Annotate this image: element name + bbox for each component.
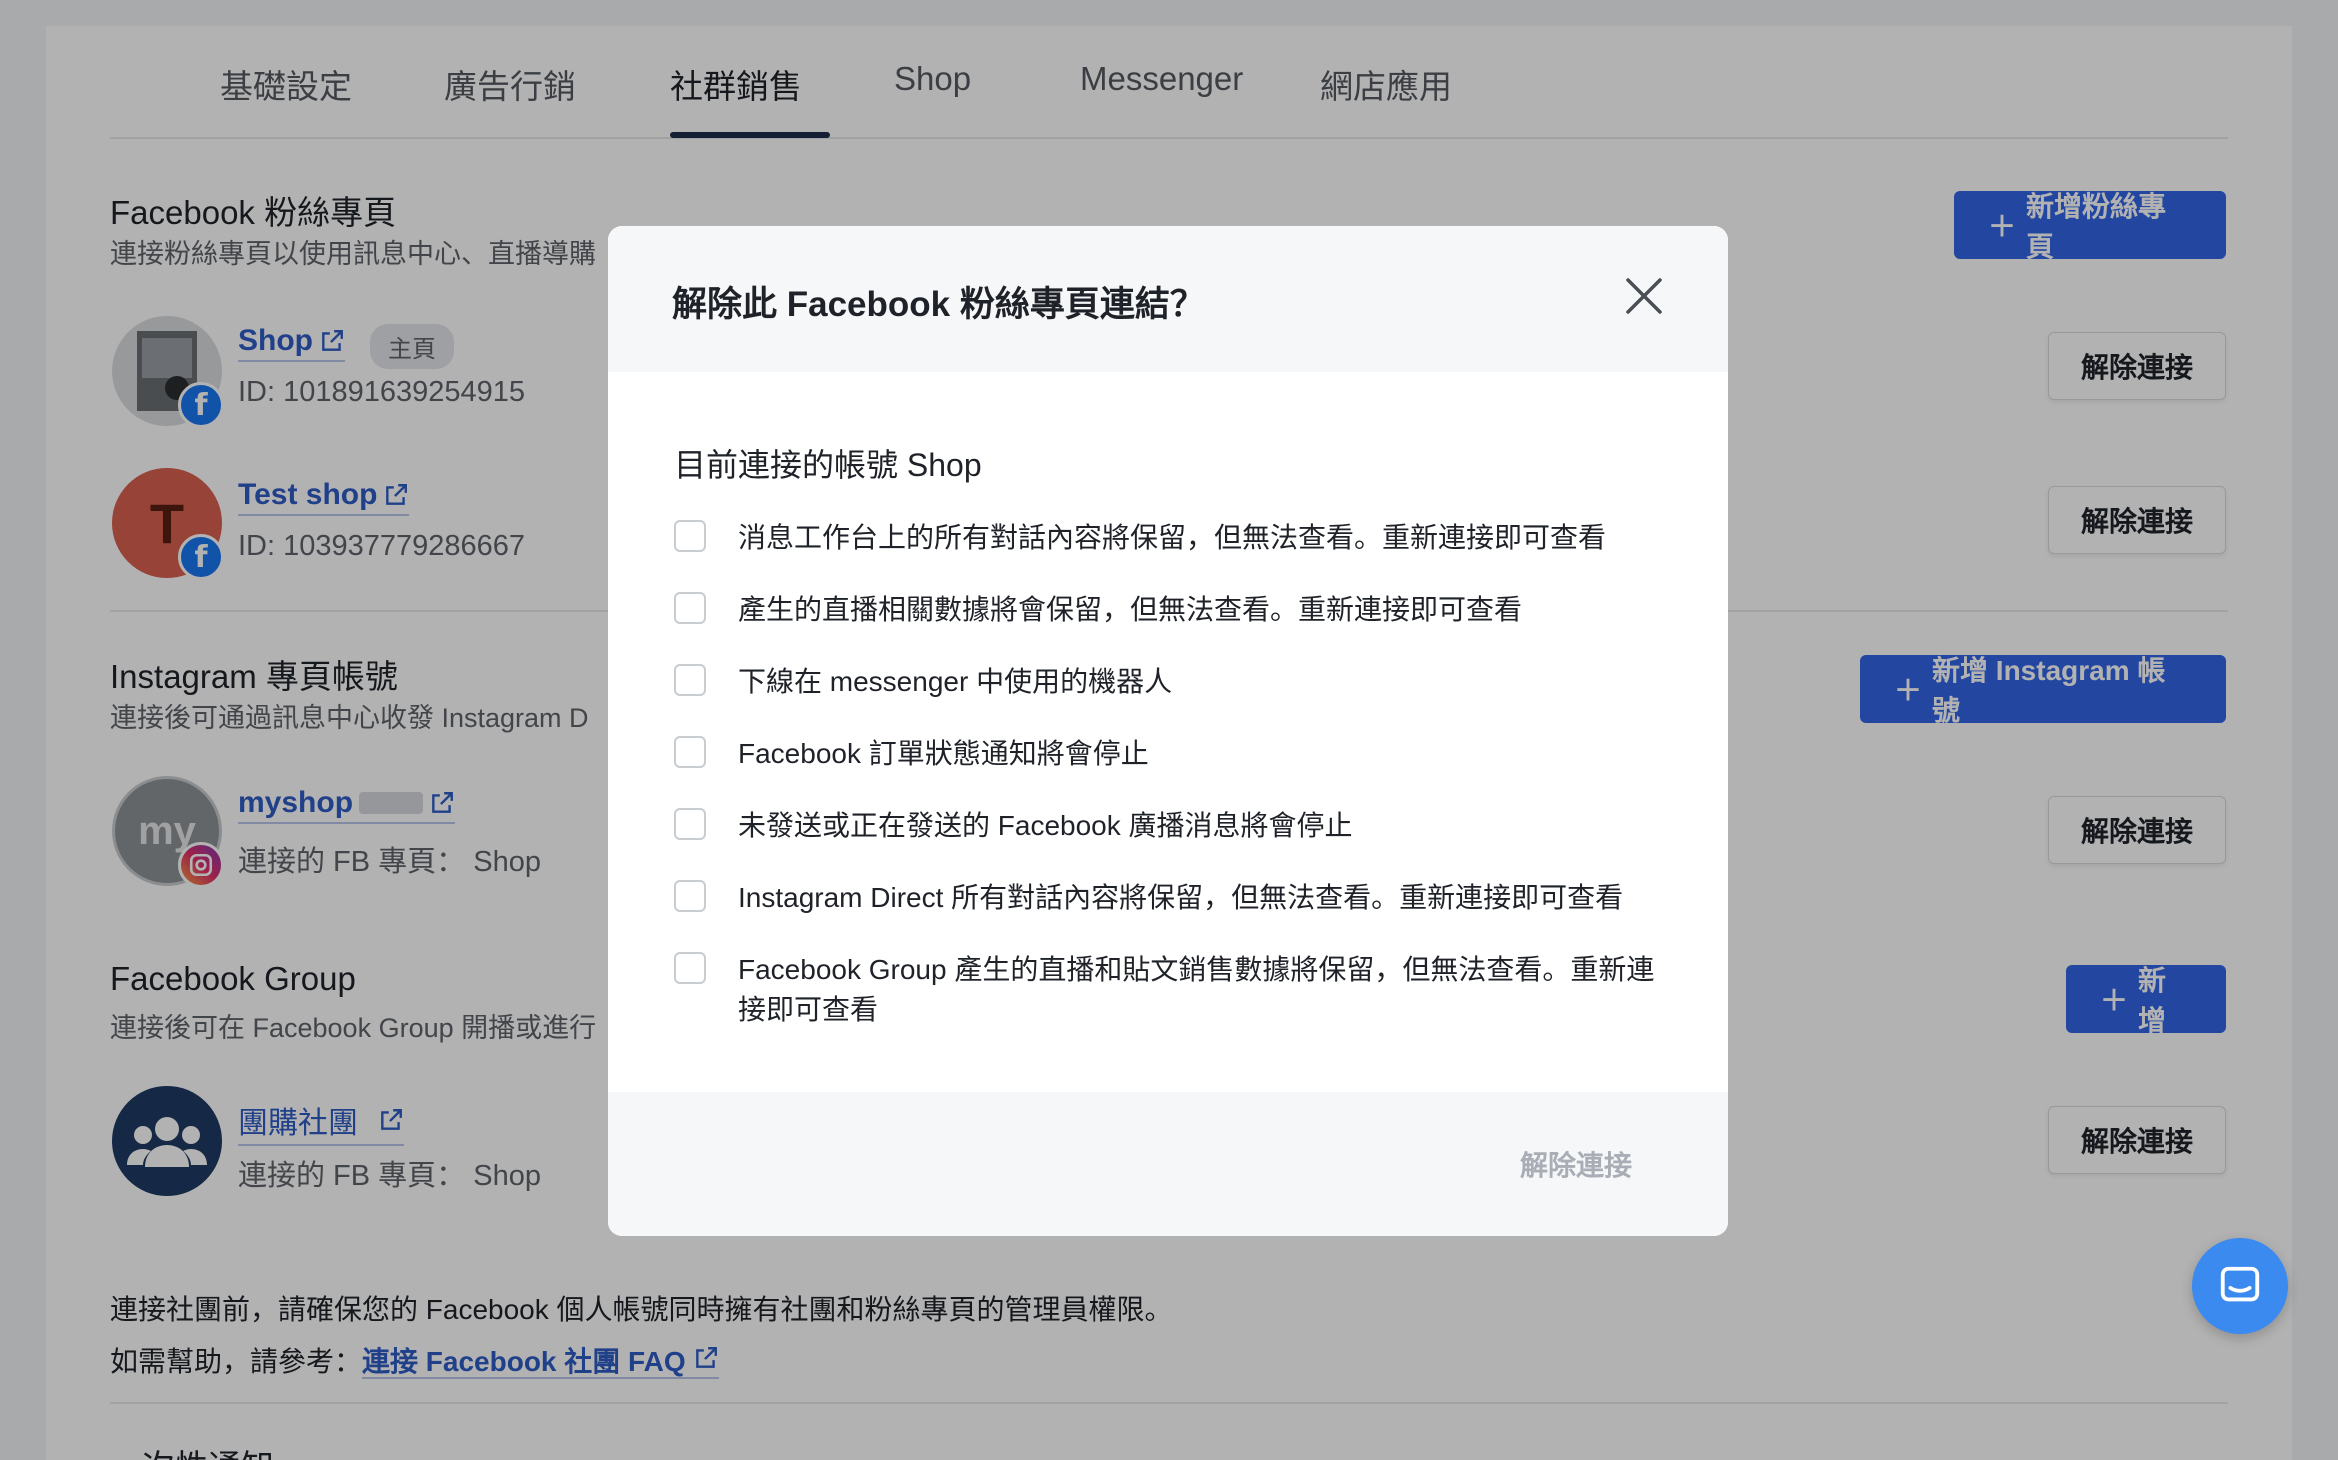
dialog-footer: 解除連接	[608, 1092, 1728, 1236]
confirm-option: Instagram Direct 所有對話內容將保留，但無法查看。重新連接即可查…	[674, 878, 1664, 918]
option-label: Facebook 訂單狀態通知將會停止	[738, 738, 1149, 769]
confirm-option: 消息工作台上的所有對話內容將保留，但無法查看。重新連接即可查看	[674, 518, 1664, 558]
confirm-disconnect-button[interactable]: 解除連接	[1520, 1144, 1632, 1184]
disconnect-dialog: 解除此 Facebook 粉絲專頁連結？ 目前連接的帳號 Shop 消息工作台上…	[608, 226, 1728, 1236]
option-label: 消息工作台上的所有對話內容將保留，但無法查看。重新連接即可查看	[738, 522, 1607, 553]
option-checkbox[interactable]	[674, 952, 706, 984]
confirm-option: Facebook Group 產生的直播和貼文銷售數據將保留，但無法查看。重新連…	[674, 950, 1664, 1030]
confirm-option: 未發送或正在發送的 Facebook 廣播消息將會停止	[674, 806, 1664, 846]
confirm-option: Facebook 訂單狀態通知將會停止	[674, 734, 1664, 774]
option-label: 未發送或正在發送的 Facebook 廣播消息將會停止	[738, 810, 1353, 841]
option-checkbox[interactable]	[674, 808, 706, 840]
dialog-title: 解除此 Facebook 粉絲專頁連結？	[672, 285, 1205, 324]
dialog-header: 解除此 Facebook 粉絲專頁連結？	[608, 226, 1728, 372]
option-label: Facebook Group 產生的直播和貼文銷售數據將保留，但無法查看。重新連…	[738, 954, 1655, 1025]
option-label: 產生的直播相關數據將會保留，但無法查看。重新連接即可查看	[738, 594, 1523, 625]
confirm-option: 產生的直播相關數據將會保留，但無法查看。重新連接即可查看	[674, 590, 1664, 630]
close-icon[interactable]	[1624, 276, 1664, 316]
option-checkbox[interactable]	[674, 592, 706, 624]
option-checkbox[interactable]	[674, 880, 706, 912]
option-checkbox[interactable]	[674, 736, 706, 768]
confirm-option: 下線在 messenger 中使用的機器人	[674, 662, 1664, 702]
option-label: 下線在 messenger 中使用的機器人	[738, 666, 1173, 697]
chat-widget-button[interactable]	[2192, 1238, 2288, 1334]
option-checkbox[interactable]	[674, 664, 706, 696]
chat-icon	[2220, 1266, 2260, 1302]
dialog-subtitle: 目前連接的帳號 Shop	[674, 447, 982, 483]
option-checkbox[interactable]	[674, 520, 706, 552]
option-label: Instagram Direct 所有對話內容將保留，但無法查看。重新連接即可查…	[738, 882, 1624, 913]
